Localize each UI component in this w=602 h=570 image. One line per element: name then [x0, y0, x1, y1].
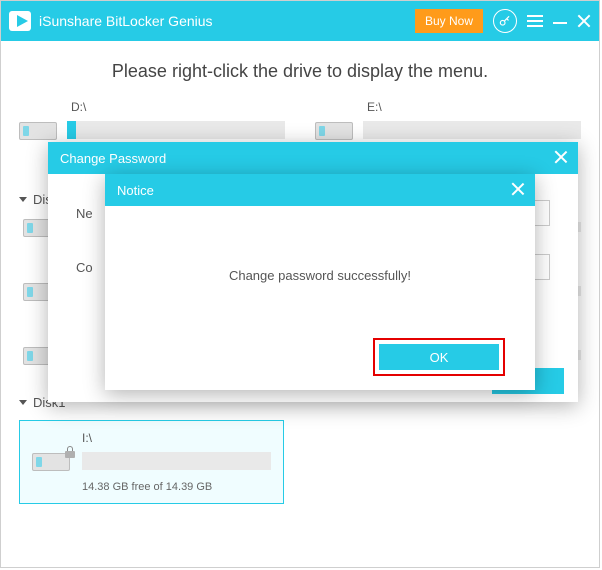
- hdd-lock-icon: [32, 449, 72, 473]
- ok-button[interactable]: OK: [379, 344, 499, 370]
- chevron-down-icon: [19, 400, 27, 405]
- drive-letter: D:\: [19, 100, 285, 114]
- close-icon[interactable]: [554, 150, 568, 164]
- dialog-titlebar: Change Password: [48, 142, 578, 174]
- notice-dialog: Notice Change password successfully! OK: [105, 174, 535, 390]
- usage-bar: [363, 121, 581, 139]
- titlebar: iSunshare BitLocker Genius Buy Now: [1, 1, 599, 41]
- dialog-title: Change Password: [60, 151, 166, 166]
- drive-letter: I:\: [32, 431, 271, 445]
- app-logo-icon: [9, 11, 31, 31]
- usage-bar: [82, 452, 271, 470]
- chevron-down-icon: [19, 197, 27, 202]
- menu-icon[interactable]: [527, 13, 543, 29]
- app-window: iSunshare BitLocker Genius Buy Now Pleas…: [0, 0, 600, 568]
- drive-letter: E:\: [315, 100, 581, 114]
- minimize-button[interactable]: [553, 14, 567, 28]
- key-icon[interactable]: [493, 9, 517, 33]
- usage-bar: [67, 121, 285, 139]
- close-icon[interactable]: [511, 182, 525, 196]
- ok-button-highlight: OK: [373, 338, 505, 376]
- drive-item[interactable]: D:\: [19, 100, 285, 142]
- app-title: iSunshare BitLocker Genius: [39, 13, 213, 29]
- drive-item[interactable]: E:\: [315, 100, 581, 142]
- free-space-text: 14.38 GB free of 14.39 GB: [32, 481, 271, 493]
- titlebar-controls: Buy Now: [415, 9, 591, 33]
- instruction-text: Please right-click the drive to display …: [1, 41, 599, 100]
- buy-now-button[interactable]: Buy Now: [415, 9, 483, 33]
- close-button[interactable]: [577, 14, 591, 28]
- notice-message: Change password successfully!: [125, 268, 515, 283]
- dialog-title: Notice: [117, 183, 154, 198]
- selected-drive-card[interactable]: I:\ 14.38 GB free of 14.39 GB: [19, 420, 284, 504]
- hdd-icon: [315, 118, 355, 142]
- hdd-icon: [19, 118, 59, 142]
- dialog-titlebar: Notice: [105, 174, 535, 206]
